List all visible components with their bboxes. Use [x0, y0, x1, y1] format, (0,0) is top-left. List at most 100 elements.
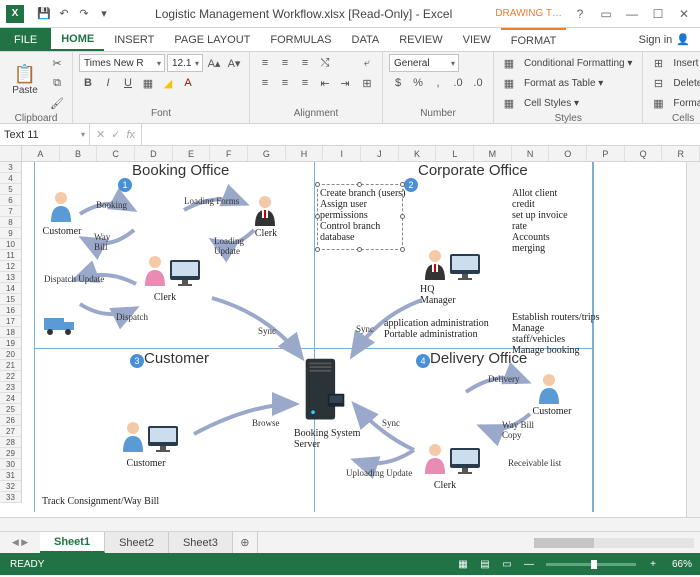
name-box[interactable]: Text 11 — [0, 124, 90, 145]
row-header[interactable]: 32 — [0, 481, 21, 492]
tab-page-layout[interactable]: PAGE LAYOUT — [164, 28, 260, 51]
align-center-icon[interactable]: ≡ — [276, 74, 294, 92]
col-header[interactable]: A — [22, 146, 60, 161]
row-header[interactable]: 17 — [0, 316, 21, 327]
help-icon[interactable]: ? — [568, 4, 592, 24]
bold-icon[interactable]: B — [79, 74, 97, 92]
insert-cells-button[interactable]: Insert ▾ — [669, 58, 700, 69]
fx-icon[interactable]: fx — [126, 129, 135, 141]
row-header[interactable]: 11 — [0, 250, 21, 261]
zoom-slider[interactable] — [546, 563, 636, 566]
minimize-icon[interactable]: — — [620, 4, 644, 24]
clerk-pink-icon[interactable] — [140, 254, 170, 288]
cancel-formula-icon[interactable]: ✕ — [96, 128, 105, 141]
font-size-combo[interactable]: 12.1 — [167, 54, 203, 72]
paste-button[interactable]: 📋 Paste — [6, 54, 44, 106]
increase-decimal-icon[interactable]: .0 — [449, 74, 467, 92]
zoom-value[interactable]: 66% — [664, 559, 700, 570]
cut-icon[interactable]: ✂ — [48, 54, 66, 72]
decrease-font-icon[interactable]: A▾ — [225, 54, 243, 72]
merge-center-icon[interactable]: ⊞ — [358, 74, 376, 92]
sheet-tab-2[interactable]: Sheet2 — [105, 532, 169, 553]
fill-color-icon[interactable]: ◢ — [159, 74, 177, 92]
row-header[interactable]: 3 — [0, 162, 21, 173]
align-right-icon[interactable]: ≡ — [296, 74, 314, 92]
col-header[interactable]: L — [436, 146, 474, 161]
col-header[interactable]: C — [97, 146, 135, 161]
copy-icon[interactable]: ⧉ — [48, 74, 66, 92]
row-header[interactable]: 19 — [0, 338, 21, 349]
tab-data[interactable]: DATA — [342, 28, 390, 51]
view-page-layout-icon[interactable]: ▤ — [474, 559, 496, 570]
tab-format[interactable]: FORMAT — [501, 28, 567, 51]
decrease-decimal-icon[interactable]: .0 — [469, 74, 487, 92]
tab-file[interactable]: FILE — [0, 28, 51, 51]
select-all-corner[interactable] — [0, 146, 22, 161]
customer2-icon[interactable] — [118, 420, 148, 454]
col-header[interactable]: N — [512, 146, 550, 161]
format-painter-icon[interactable]: 🖌 — [48, 94, 66, 112]
tab-review[interactable]: REVIEW — [389, 28, 452, 51]
format-table-button[interactable]: Format as Table ▾ — [520, 78, 607, 89]
row-header[interactable]: 26 — [0, 415, 21, 426]
tab-insert[interactable]: INSERT — [104, 28, 164, 51]
delete-cells-button[interactable]: Delete ▾ — [669, 78, 700, 89]
col-header[interactable]: F — [210, 146, 248, 161]
row-header[interactable]: 10 — [0, 239, 21, 250]
row-header[interactable]: 33 — [0, 492, 21, 503]
sheet-nav[interactable]: ◀ ▶ — [0, 532, 40, 553]
zoom-in-icon[interactable]: + — [642, 559, 664, 570]
row-header[interactable]: 28 — [0, 437, 21, 448]
tab-view[interactable]: VIEW — [453, 28, 501, 51]
col-header[interactable]: K — [399, 146, 437, 161]
worksheet-grid[interactable]: A B C D E F G H I J K L M N O P Q R 3456… — [0, 146, 700, 532]
monitor-cust-icon[interactable] — [146, 424, 186, 456]
row-header[interactable]: 29 — [0, 448, 21, 459]
undo-icon[interactable]: ↶ — [56, 6, 72, 22]
ribbon-options-icon[interactable]: ▭ — [594, 4, 618, 24]
col-header[interactable]: P — [587, 146, 625, 161]
col-header[interactable]: H — [286, 146, 324, 161]
accounting-icon[interactable]: $ — [389, 74, 407, 92]
col-header[interactable]: Q — [625, 146, 663, 161]
enter-formula-icon[interactable]: ✓ — [111, 128, 120, 141]
row-header[interactable]: 25 — [0, 404, 21, 415]
hq-manager-icon[interactable] — [420, 248, 450, 282]
zoom-out-icon[interactable]: — — [518, 559, 540, 570]
row-header[interactable]: 18 — [0, 327, 21, 338]
col-header[interactable]: O — [549, 146, 587, 161]
row-header[interactable]: 31 — [0, 470, 21, 481]
orientation-icon[interactable]: ⤭ — [316, 54, 334, 72]
qat-more-icon[interactable]: ▾ — [96, 6, 112, 22]
delivery-customer-icon[interactable] — [534, 372, 564, 406]
row-header[interactable]: 27 — [0, 426, 21, 437]
clerk-icon[interactable] — [250, 194, 280, 228]
row-header[interactable]: 24 — [0, 393, 21, 404]
align-left-icon[interactable]: ≡ — [256, 74, 274, 92]
selected-shape[interactable] — [317, 184, 403, 250]
font-color-icon[interactable]: A — [179, 74, 197, 92]
row-header[interactable]: 14 — [0, 283, 21, 294]
row-header[interactable]: 7 — [0, 206, 21, 217]
row-header[interactable]: 12 — [0, 261, 21, 272]
wrap-text-icon[interactable]: ⤶ — [358, 54, 376, 72]
save-icon[interactable]: 💾 — [36, 6, 52, 22]
close-icon[interactable]: ✕ — [672, 4, 696, 24]
row-header[interactable]: 20 — [0, 349, 21, 360]
col-header[interactable]: R — [662, 146, 700, 161]
monitor-delivery-icon[interactable] — [448, 446, 488, 478]
monitor-icon[interactable] — [168, 258, 208, 290]
sign-in[interactable]: Sign in👤 — [629, 28, 700, 51]
monitor-hq-icon[interactable] — [448, 252, 488, 284]
tab-formulas[interactable]: FORMULAS — [260, 28, 341, 51]
formula-input[interactable] — [142, 124, 700, 145]
percent-icon[interactable]: % — [409, 74, 427, 92]
vertical-scrollbar[interactable] — [686, 162, 700, 517]
col-header[interactable]: J — [361, 146, 399, 161]
align-bottom-icon[interactable]: ≡ — [296, 54, 314, 72]
row-header[interactable]: 5 — [0, 184, 21, 195]
row-header[interactable]: 8 — [0, 217, 21, 228]
maximize-icon[interactable]: ☐ — [646, 4, 670, 24]
row-header[interactable]: 15 — [0, 294, 21, 305]
customer-icon[interactable] — [46, 190, 76, 224]
